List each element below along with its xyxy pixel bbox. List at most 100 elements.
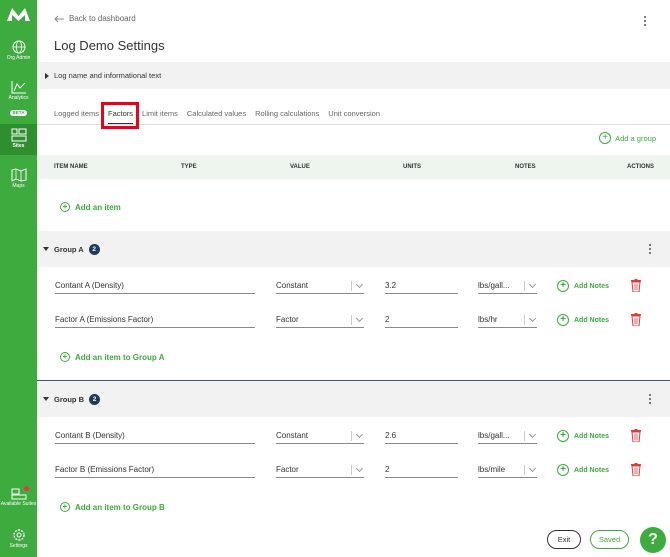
trash-icon[interactable] xyxy=(631,313,641,326)
group-count-badge: 2 xyxy=(88,243,100,255)
trash-icon[interactable] xyxy=(631,429,641,442)
sidebar-item-maps[interactable]: Maps xyxy=(0,168,37,189)
chevron-down-icon xyxy=(355,430,364,439)
units-select[interactable]: lbs/mile xyxy=(478,464,537,478)
type-select-value: Constant xyxy=(276,431,309,440)
tab-calculated-values[interactable]: Calculated values xyxy=(187,104,246,125)
plus-circle-icon: + xyxy=(557,314,569,326)
value-field[interactable]: 2 xyxy=(385,464,458,478)
chevron-down-icon xyxy=(528,430,537,439)
sidebar-item-available-suites[interactable]: Available Suites xyxy=(0,486,37,507)
trash-icon[interactable] xyxy=(631,279,641,292)
add-item-to-group-a-button[interactable]: + Add an item to Group A xyxy=(60,352,164,362)
group-a-more-menu-icon[interactable] xyxy=(647,243,653,255)
add-item-to-group-b-button[interactable]: + Add an item to Group B xyxy=(60,502,165,512)
tab-rolling-calculations[interactable]: Rolling calculations xyxy=(255,104,319,125)
back-to-dashboard-link[interactable]: Back to dashboard xyxy=(54,14,136,23)
units-select-value: lbs/gall... xyxy=(478,281,510,290)
units-select-value: lbs/gall... xyxy=(478,431,510,440)
column-header-item-name: ITEM NAME xyxy=(54,164,88,170)
sidebar-item-org-admin[interactable]: Org Admin xyxy=(0,40,37,61)
item-name-field[interactable]: Factor B (Emissions Factor) xyxy=(55,464,255,478)
item-name-field[interactable]: Contant A (Density) xyxy=(55,280,255,294)
chevron-down-icon xyxy=(528,314,537,323)
beta-badge: BETA xyxy=(9,110,28,116)
saved-button[interactable]: Saved xyxy=(590,530,629,549)
globe-icon xyxy=(12,40,25,54)
table-header: ITEM NAME TYPE VALUE UNITS NOTES ACTIONS xyxy=(37,155,670,179)
add-notes-label: Add Notes xyxy=(574,466,609,474)
arrow-left-icon xyxy=(54,15,64,22)
value-field[interactable]: 2.6 xyxy=(385,430,458,444)
sidebar: Org Admin Analytics BETA Sites Maps Avai… xyxy=(0,0,37,557)
item-name-field[interactable]: Factor A (Emissions Factor) xyxy=(55,314,255,328)
value-field[interactable]: 3.2 xyxy=(385,280,458,294)
notification-dot xyxy=(24,486,29,491)
type-select[interactable]: Factor xyxy=(276,464,364,478)
group-a-header[interactable]: Group A 2 xyxy=(37,231,670,267)
units-select[interactable]: lbs/hr xyxy=(478,314,537,328)
value-field[interactable]: 2 xyxy=(385,314,458,328)
add-notes-button[interactable]: + Add Notes xyxy=(557,464,609,476)
add-item-label: Add an item xyxy=(75,202,121,212)
chevron-down-icon xyxy=(528,464,537,473)
sidebar-item-sites[interactable]: Sites xyxy=(0,124,37,155)
factors-tab-highlight xyxy=(101,102,139,129)
type-select[interactable]: Constant xyxy=(276,280,364,294)
add-item-button[interactable]: + Add an item xyxy=(60,202,121,212)
sidebar-item-label: Available Suites xyxy=(0,501,37,507)
type-select-value: Factor xyxy=(276,315,299,324)
sidebar-item-label: Settings xyxy=(9,543,28,549)
add-item-label: Add an item to Group A xyxy=(75,352,165,362)
sidebar-item-analytics[interactable]: Analytics BETA xyxy=(0,80,37,119)
chevron-down-icon xyxy=(355,280,364,289)
add-group-label: Add a group xyxy=(615,133,656,143)
plus-circle-icon: + xyxy=(599,132,612,144)
company-logo[interactable] xyxy=(7,5,30,21)
chevron-down-icon xyxy=(355,464,364,473)
sidebar-item-label: Maps xyxy=(12,183,25,189)
page-title: Log Demo Settings xyxy=(54,38,165,53)
exit-button[interactable]: Exit xyxy=(547,530,581,549)
tab-unit-conversion[interactable]: Unit conversion xyxy=(328,104,380,125)
caret-down-icon xyxy=(43,247,49,251)
section-label: Log name and informational text xyxy=(54,71,162,80)
help-button[interactable]: ? xyxy=(640,527,666,553)
add-notes-button[interactable]: + Add Notes xyxy=(557,280,609,292)
tab-logged-items[interactable]: Logged items xyxy=(54,104,99,125)
group-name: Group A xyxy=(54,244,84,254)
tab-limit-items[interactable]: Limit items xyxy=(142,104,178,125)
units-select[interactable]: lbs/gall... xyxy=(478,430,537,444)
page-more-menu-icon[interactable] xyxy=(642,15,648,27)
plus-circle-icon: + xyxy=(557,430,569,442)
log-name-section-toggle[interactable]: Log name and informational text xyxy=(37,62,670,89)
sidebar-item-label: Analytics xyxy=(8,95,29,101)
sidebar-item-label: Sites xyxy=(12,143,25,149)
add-notes-label: Add Notes xyxy=(574,316,609,324)
map-icon xyxy=(11,168,26,182)
add-group-button[interactable]: + Add a group xyxy=(599,132,656,144)
column-header-actions: ACTIONS xyxy=(627,164,654,170)
sidebar-item-settings[interactable]: Settings xyxy=(0,528,37,549)
add-notes-button[interactable]: + Add Notes xyxy=(557,430,609,442)
add-notes-label: Add Notes xyxy=(574,432,609,440)
trash-icon[interactable] xyxy=(631,463,641,476)
type-select[interactable]: Factor xyxy=(276,314,364,328)
item-name-field[interactable]: Contant B (Density) xyxy=(55,430,255,444)
column-header-value: VALUE xyxy=(290,164,310,170)
units-select-value: lbs/hr xyxy=(478,315,498,324)
add-notes-label: Add Notes xyxy=(574,282,609,290)
group-b-header[interactable]: Group B 2 xyxy=(37,381,670,417)
gear-icon xyxy=(12,529,25,541)
add-notes-button[interactable]: + Add Notes xyxy=(557,314,609,326)
plus-circle-icon: + xyxy=(60,502,70,512)
units-select[interactable]: lbs/gall... xyxy=(478,280,537,294)
type-select-value: Factor xyxy=(276,465,299,474)
caret-right-icon xyxy=(45,72,49,79)
caret-down-icon xyxy=(43,397,49,401)
chevron-down-icon xyxy=(528,280,537,289)
units-select-value: lbs/mile xyxy=(478,465,506,474)
group-b-more-menu-icon[interactable] xyxy=(647,393,653,405)
plus-circle-icon: + xyxy=(60,202,70,212)
type-select[interactable]: Constant xyxy=(276,430,364,444)
